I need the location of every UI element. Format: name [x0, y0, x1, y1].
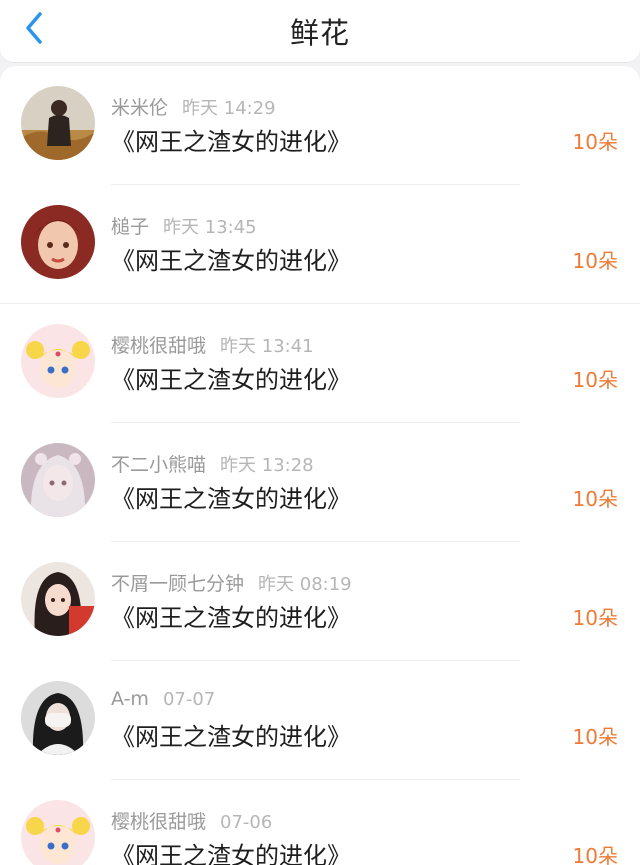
book-title[interactable]: 《网王之渣女的进化》 [111, 598, 351, 633]
username[interactable]: 樱桃很甜哦 [111, 335, 206, 357]
timestamp: 昨天 14:29 [182, 98, 276, 119]
flower-count: 10朵 [572, 844, 618, 865]
book-title[interactable]: 《网王之渣女的进化》 [111, 479, 351, 514]
list-item[interactable]: 不屑一顾七分钟 昨天 08:19 《网王之渣女的进化》 10朵 [0, 542, 640, 661]
avatar[interactable] [21, 562, 95, 636]
avatar[interactable] [21, 800, 95, 865]
avatar[interactable] [21, 205, 95, 279]
timestamp: 07-07 [162, 689, 216, 710]
timestamp: 07-06 [220, 812, 273, 833]
flower-count: 10朵 [572, 249, 618, 273]
flower-list: 米米伦 昨天 14:29 《网王之渣女的进化》 10朵 槌子 昨天 13:45 《网… [0, 66, 640, 865]
timestamp: 昨天 13:45 [163, 217, 257, 238]
list-item[interactable]: 樱桃很甜哦 昨天 13:41 《网王之渣女的进化》 10朵 [0, 304, 640, 423]
book-title[interactable]: 《网王之渣女的进化》 [111, 241, 351, 276]
book-title[interactable]: 《网王之渣女的进化》 [111, 122, 351, 157]
timestamp: 昨天 13:41 [220, 336, 314, 357]
avatar[interactable] [21, 681, 95, 755]
timestamp: 昨天 13:28 [220, 455, 314, 476]
timestamp: 昨天 08:19 [258, 574, 352, 595]
avatar[interactable] [21, 443, 95, 517]
username[interactable]: 不屑一顾七分钟 [111, 573, 244, 595]
book-title[interactable]: 《网王之渣女的进化》 [111, 360, 351, 395]
list-item[interactable]: 樱桃很甜哦 07-06 《网王之渣女的进化》 10朵 [0, 780, 640, 865]
username[interactable]: 不二小熊喵 [111, 454, 206, 476]
flower-count: 10朵 [572, 606, 618, 630]
username[interactable]: 樱桃很甜哦 [111, 811, 206, 833]
avatar[interactable] [21, 324, 95, 398]
flower-count: 10朵 [572, 368, 618, 392]
flower-count: 10朵 [572, 725, 618, 749]
flower-count: 10朵 [572, 487, 618, 511]
flower-count: 10朵 [572, 130, 618, 154]
list-item[interactable]: 米米伦 昨天 14:29 《网王之渣女的进化》 10朵 [0, 66, 640, 185]
list-item[interactable]: A-m 07-07 《网王之渣女的进化》 10朵 [0, 661, 640, 780]
username[interactable]: A-m [111, 688, 149, 710]
page-title: 鲜花 [289, 16, 350, 50]
list-item[interactable]: 不二小熊喵 昨天 13:28 《网王之渣女的进化》 10朵 [0, 423, 640, 542]
top-navigation-bar: 鲜花 [0, 0, 640, 63]
username[interactable]: 槌子 [111, 216, 149, 238]
book-title[interactable]: 《网王之渣女的进化》 [111, 717, 351, 752]
list-item[interactable]: 槌子 昨天 13:45 《网王之渣女的进化》 10朵 [0, 185, 640, 304]
book-title[interactable]: 《网王之渣女的进化》 [111, 836, 351, 865]
avatar[interactable] [21, 86, 95, 160]
username[interactable]: 米米伦 [111, 97, 168, 119]
